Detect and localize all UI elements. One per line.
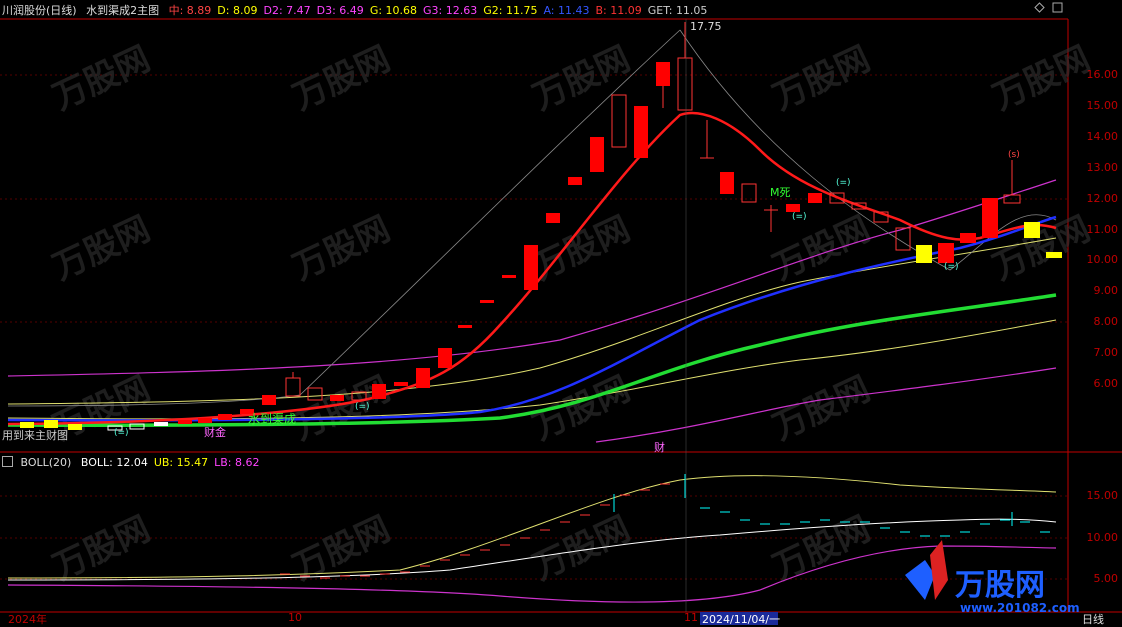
boll-toggle-icon[interactable]: [2, 456, 13, 467]
marker-circle: (=): [114, 428, 129, 438]
marker-circle: (=): [792, 212, 807, 222]
price-tick: 15.00: [1086, 98, 1119, 112]
chart-header: 川润股份(日线) 水到渠成2主图 中: 8.89 D: 8.09 D2: 7.47 D…: [0, 2, 719, 18]
svg-text:万股网: 万股网: [955, 568, 1045, 603]
stock-title[interactable]: 川润股份(日线): [2, 4, 77, 17]
marker-circle: (=): [355, 402, 370, 412]
candle: [720, 172, 734, 194]
time-label-nov: 11: [684, 611, 698, 624]
candle: [960, 233, 976, 243]
high-price-label: 17.75: [690, 20, 722, 33]
label-bottom: 用到来主财图: [2, 429, 68, 442]
candle: [982, 198, 998, 238]
candle: [568, 177, 582, 185]
boll-value-ub: UB: 15.47: [153, 456, 209, 469]
price-tick: 6.00: [1093, 377, 1119, 390]
candle: [438, 348, 452, 368]
price-tick: 10.00: [1086, 253, 1119, 267]
candle: [1024, 222, 1040, 238]
candle: [458, 325, 472, 328]
price-tick: 11.00: [1086, 222, 1119, 236]
candle: [218, 414, 232, 420]
boll-values: BOLL: 12.04 UB: 15.47 LB: 8.62: [81, 456, 266, 469]
signal-water-label: 水到渠成: [248, 412, 297, 426]
candle: [938, 243, 954, 263]
svg-text:www.201082.com: www.201082.com: [960, 601, 1080, 615]
price-tick: 7.00: [1093, 346, 1119, 360]
candle: [480, 300, 494, 303]
boll-name[interactable]: BOLL(20): [21, 456, 72, 469]
candle: [198, 418, 212, 423]
candle: [372, 384, 386, 399]
price-tick: 13.00: [1086, 160, 1119, 174]
label-cai: 财: [654, 441, 665, 454]
indicator-value-d3: D3: 6.49: [316, 4, 364, 17]
indicator-value-中: 中: 8.89: [168, 4, 212, 17]
signal-mdeath-label: M死: [770, 186, 791, 199]
marker-s: (s): [1008, 150, 1020, 160]
indicator-value-g3: G3: 12.63: [423, 4, 478, 17]
candle: [502, 275, 516, 278]
time-label-oct: 10: [288, 611, 302, 624]
indicator-values: 中: 8.89 D: 8.09 D2: 7.47 D3: 6.49 G: 10.68 G3…: [169, 4, 714, 17]
candle: [416, 368, 430, 388]
candle: [68, 424, 82, 430]
indicator-value-d: D: 8.09: [217, 4, 258, 17]
price-tick: 9.00: [1093, 284, 1119, 298]
candle: [656, 62, 670, 86]
marker-circle: (=): [944, 262, 959, 272]
indicator-value-b: B: 11.09: [595, 4, 642, 17]
candle: [394, 382, 408, 386]
candle: [178, 420, 192, 424]
candle: [546, 213, 560, 223]
price-tick: 8.00: [1093, 315, 1119, 329]
boll-value-lb: LB: 8.62: [214, 456, 260, 469]
candle: [786, 204, 800, 212]
boll-tick: 15.00: [1086, 489, 1119, 502]
indicator-name[interactable]: 水到渠成2主图: [86, 4, 159, 17]
candle: [154, 422, 168, 426]
label-gold: 财金: [204, 426, 226, 439]
marker-circle: (=): [836, 178, 851, 188]
indicator-value-get: GET: 11.05: [647, 4, 708, 17]
candle: [1046, 252, 1062, 258]
diamond-icon[interactable]: [1034, 2, 1045, 13]
candle: [330, 395, 344, 401]
candle: [262, 395, 276, 405]
price-tick: 16.00: [1086, 68, 1119, 81]
chart-canvas[interactable]: 万股网 万股网 万股网 万股网 万股网 万股网 万股网 万股网 万股网 万股网 …: [0, 0, 1122, 625]
boll-tick: 5.00: [1093, 572, 1119, 585]
price-tick: 14.00: [1086, 129, 1119, 143]
boll-value-boll: BOLL: 12.04: [80, 456, 148, 469]
candle: [634, 106, 648, 158]
indicator-value-a: A: 11.43: [543, 4, 590, 17]
candle: [916, 245, 932, 263]
boll-header: BOLL(20) BOLL: 12.04 UB: 15.47 LB: 8.62: [2, 456, 266, 469]
boll-tick: 10.00: [1086, 531, 1119, 544]
indicator-value-g2: G2: 11.75: [483, 4, 538, 17]
candle: [590, 137, 604, 172]
indicator-value-g: G: 10.68: [369, 4, 418, 17]
candle: [808, 193, 822, 203]
indicator-value-d2: D2: 7.47: [263, 4, 311, 17]
toggle-panel-icon[interactable]: [1052, 2, 1063, 13]
candle: [524, 245, 538, 290]
price-tick: 12.00: [1086, 191, 1119, 205]
